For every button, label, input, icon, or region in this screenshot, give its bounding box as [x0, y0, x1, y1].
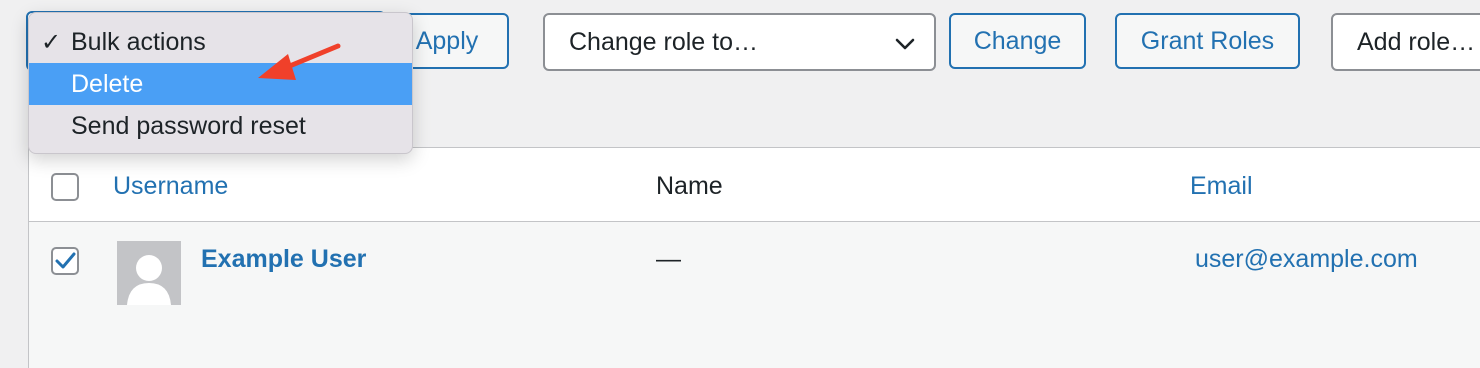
column-username[interactable]: Username	[113, 172, 228, 201]
users-table: Username Name Email Example User — user@…	[28, 147, 1480, 368]
avatar	[117, 241, 181, 305]
name-cell: —	[656, 245, 681, 273]
change-role-select[interactable]: Change role to…	[543, 13, 936, 71]
change-role-label: Change role to…	[569, 27, 759, 56]
add-role-label: Add role…	[1357, 27, 1476, 56]
checkmark-icon: ✓	[41, 28, 62, 56]
dropdown-option-delete[interactable]: Delete	[29, 63, 412, 105]
dropdown-option-bulk-actions[interactable]: ✓ Bulk actions	[29, 21, 412, 63]
add-role-select[interactable]: Add role…	[1331, 13, 1480, 71]
change-button[interactable]: Change	[949, 13, 1086, 69]
email-link[interactable]: user@example.com	[1195, 245, 1418, 274]
dropdown-option-send-password-reset[interactable]: Send password reset	[29, 105, 412, 147]
users-page: Apply Change role to… Change Grant Roles…	[0, 0, 1480, 368]
column-name: Name	[656, 172, 723, 200]
chevron-down-icon	[895, 38, 915, 50]
user-avatar-icon	[127, 255, 171, 305]
option-label: Bulk actions	[71, 27, 206, 56]
annotation-arrow-icon	[258, 43, 341, 80]
grant-roles-button[interactable]: Grant Roles	[1115, 13, 1300, 69]
option-label: Send password reset	[71, 111, 306, 140]
option-label: Delete	[71, 69, 144, 98]
bulk-actions-dropdown: ✓ Bulk actions Delete Send password rese…	[28, 12, 413, 154]
username-link[interactable]: Example User	[201, 245, 366, 274]
row-checkbox[interactable]	[51, 247, 79, 275]
checkmark-icon	[55, 252, 76, 269]
select-all-checkbox[interactable]	[51, 173, 79, 201]
column-email[interactable]: Email	[1190, 172, 1253, 201]
table-header: Username Name Email	[29, 148, 1480, 222]
